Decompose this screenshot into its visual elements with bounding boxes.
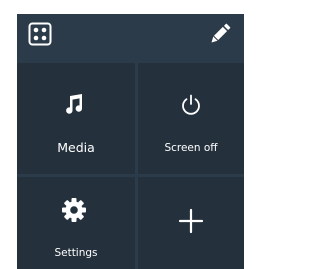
quick-settings-panel: Media Screen off Settings (17, 14, 244, 269)
screen-off-tile[interactable]: Screen off (138, 63, 244, 174)
plus-icon (178, 208, 204, 234)
media-tile[interactable]: Media (17, 63, 135, 174)
media-label: Media (57, 140, 95, 155)
screen-off-label: Screen off (164, 142, 218, 154)
grid-dots-icon (28, 22, 52, 46)
edit-button[interactable] (206, 20, 234, 48)
add-tile-button[interactable] (138, 177, 244, 269)
pencil-icon (211, 23, 231, 43)
power-icon (182, 94, 200, 115)
music-note-icon (66, 94, 83, 114)
panel-header (17, 14, 244, 62)
layout-button[interactable] (28, 22, 52, 46)
gear-icon (62, 198, 86, 222)
settings-label: Settings (54, 247, 98, 259)
settings-tile[interactable]: Settings (17, 177, 135, 269)
